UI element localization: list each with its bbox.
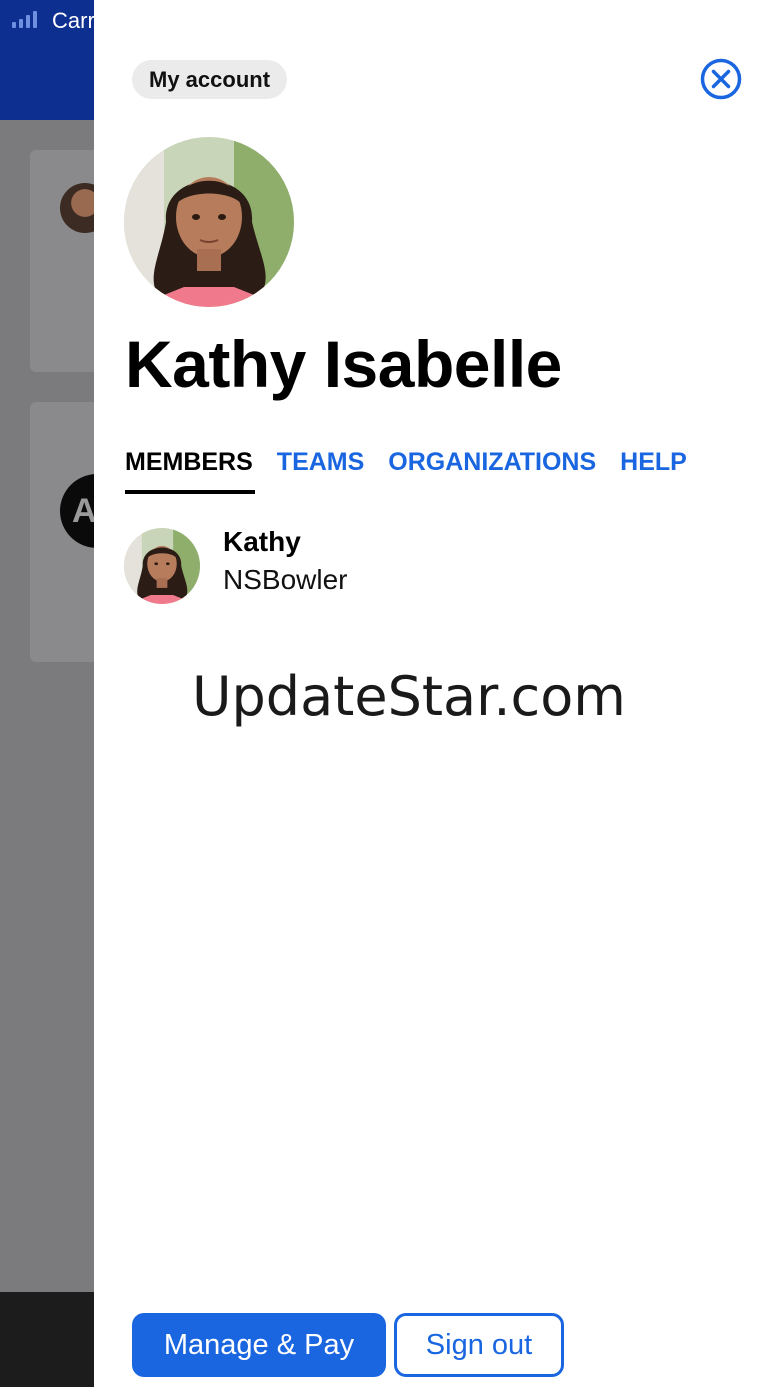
member-list-item[interactable]: Kathy NSBowler [124, 526, 744, 604]
sign-out-button[interactable]: Sign out [394, 1313, 564, 1377]
member-avatar [124, 528, 200, 604]
my-account-chip: My account [132, 60, 288, 99]
manage-pay-button[interactable]: Manage & Pay [132, 1313, 386, 1377]
tab-members[interactable]: MEMBERS [125, 448, 255, 494]
member-role: NSBowler [223, 564, 348, 595]
signal-icon [12, 10, 37, 28]
profile-avatar[interactable] [124, 137, 294, 307]
member-name: Kathy [223, 526, 301, 557]
carrier-label: Carr [52, 8, 95, 33]
profile-name: Kathy Isabelle [125, 327, 562, 401]
account-tabs: MEMBERS TEAMS ORGANIZATIONS HELP [125, 448, 687, 494]
account-panel: My account Kathy Isabelle MEMBERS TEAMS … [94, 0, 780, 1387]
tab-teams[interactable]: TEAMS [277, 448, 365, 494]
close-button[interactable] [700, 58, 742, 100]
watermark-text: UpdateStar.com [192, 665, 626, 728]
tab-organizations[interactable]: ORGANIZATIONS [388, 448, 596, 494]
close-circle-icon [700, 58, 742, 100]
tab-help[interactable]: HELP [620, 448, 687, 494]
